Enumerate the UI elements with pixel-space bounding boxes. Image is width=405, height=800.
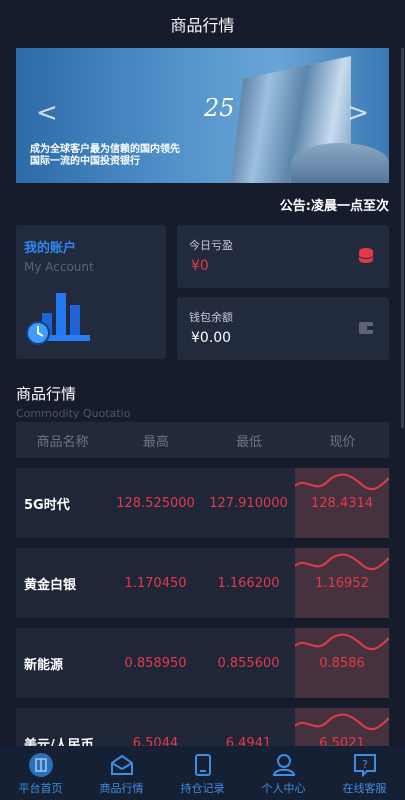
commodity-high: 0.858950 <box>124 655 187 671</box>
account-title: 我的账户 <box>24 241 77 256</box>
user-icon <box>272 754 295 776</box>
tab-label: 个人中心 <box>261 782 306 795</box>
wallet-icon <box>359 322 373 334</box>
account-chart-icon <box>26 293 90 345</box>
tab-label: 持仓记录 <box>180 782 225 795</box>
commodity-low: 0.855600 <box>217 655 280 671</box>
envelope-icon <box>110 754 133 775</box>
document-icon <box>194 754 211 776</box>
wallet-card[interactable]: 钱包余额 ¥0.00 <box>177 297 389 360</box>
banner-number: 25 <box>204 94 235 122</box>
table-row[interactable]: 黄金白银 1.170450 1.166200 1.16952 <box>16 548 389 618</box>
column-header-low: 最低 <box>236 434 263 450</box>
banner-slogan-line1: 成为全球客户最为信赖的国内领先 <box>30 144 180 155</box>
promo-banner[interactable]: 25 成为全球客户最为信赖的国内领先 国际一流的中国投资银行 < > <box>16 48 389 183</box>
tab-positions[interactable]: 持仓记录 <box>162 746 243 800</box>
today-pnl-value: ¥0 <box>191 258 209 274</box>
commodity-name: 新能源 <box>24 657 64 673</box>
column-header-name: 商品名称 <box>36 434 89 450</box>
tab-label: 商品行情 <box>99 782 144 795</box>
commodity-low: 1.166200 <box>217 575 280 591</box>
today-pnl-label: 今日亏盈 <box>189 239 233 252</box>
tab-profile[interactable]: 个人中心 <box>243 746 324 800</box>
commodity-high: 1.170450 <box>124 575 187 591</box>
market-section-subtitle: Commodity Quotatio <box>16 407 131 420</box>
bottom-tab-bar: 平台首页 商品行情 持仓记录 个人中心 ? 在线客服 <box>0 746 405 800</box>
home-logo-icon <box>28 753 53 777</box>
commodity-current: 1.16952 <box>295 548 389 618</box>
market-table-header: 商品名称 最高 最低 现价 <box>16 422 389 458</box>
today-pnl-card[interactable]: 今日亏盈 ¥0 <box>177 225 389 288</box>
table-row[interactable]: 新能源 0.858950 0.855600 0.8586 <box>16 628 389 698</box>
commodity-low: 127.910000 <box>209 495 288 511</box>
tab-market[interactable]: 商品行情 <box>81 746 162 800</box>
banner-slogan: 成为全球客户最为信赖的国内领先 国际一流的中国投资银行 <box>30 144 180 168</box>
commodity-current-value: 1.16952 <box>315 575 369 591</box>
scrollbar[interactable] <box>401 48 404 428</box>
account-subtitle: My Account <box>24 260 94 274</box>
notice-text: 公告:凌晨一点至次 <box>279 199 389 214</box>
banner-prev-arrow-icon[interactable]: < <box>36 98 58 128</box>
column-header-current: 现价 <box>329 434 356 450</box>
market-section-title: 商品行情 <box>16 385 77 403</box>
tab-support[interactable]: ? 在线客服 <box>324 746 405 800</box>
commodity-name: 5G时代 <box>24 497 70 513</box>
table-row[interactable]: 5G时代 128.525000 127.910000 128.4314 <box>16 468 389 538</box>
tab-label: 在线客服 <box>342 782 387 795</box>
wallet-value: ¥0.00 <box>191 330 232 346</box>
page-title: 商品行情 <box>170 16 235 35</box>
svg-text:?: ? <box>362 758 368 771</box>
building-base-image <box>291 143 389 183</box>
my-account-card[interactable]: 我的账户 My Account <box>16 225 166 359</box>
tab-label: 平台首页 <box>18 782 63 795</box>
wallet-label: 钱包余额 <box>189 311 233 324</box>
commodity-high: 128.525000 <box>116 495 195 511</box>
commodity-current: 0.8586 <box>295 628 389 698</box>
banner-next-arrow-icon[interactable]: > <box>347 98 369 128</box>
column-header-high: 最高 <box>142 434 169 450</box>
commodity-current: 128.4314 <box>295 468 389 538</box>
help-icon: ? <box>353 754 376 778</box>
commodity-current-value: 128.4314 <box>310 495 374 511</box>
banner-slogan-line2: 国际一流的中国投资银行 <box>30 156 140 167</box>
commodity-name: 黄金白银 <box>24 577 77 593</box>
page-header: 商品行情 <box>0 0 405 48</box>
commodity-current-value: 0.8586 <box>319 655 365 671</box>
coins-icon <box>359 248 373 263</box>
tab-home[interactable]: 平台首页 <box>0 746 81 800</box>
